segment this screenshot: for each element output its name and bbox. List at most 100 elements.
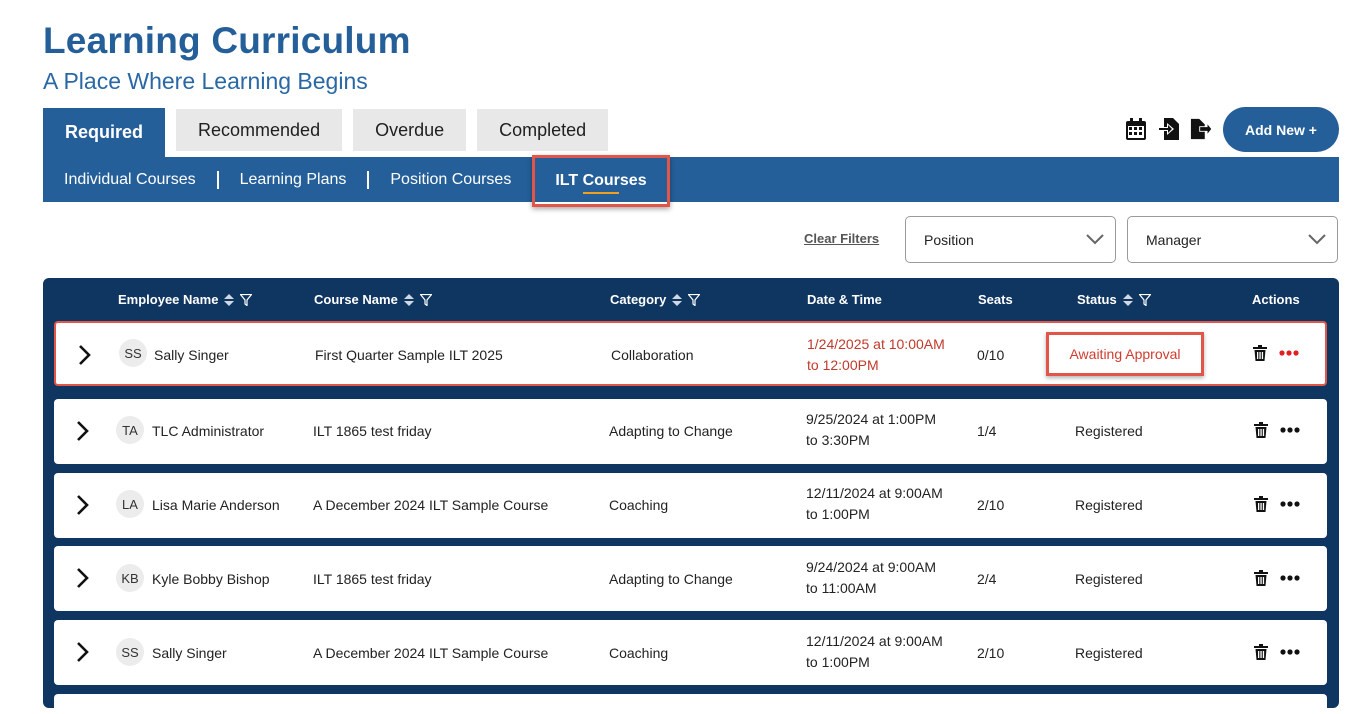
column-actions: Actions: [1252, 292, 1300, 307]
date-time: 12/11/2024 at 9:00AM to 1:00PM: [806, 631, 943, 673]
status-badge: Registered: [1075, 645, 1143, 661]
table-row[interactable]: SS Sally Singer First Quarter Sample ILT…: [54, 321, 1327, 386]
more-options-icon[interactable]: [1280, 649, 1300, 655]
row-actions: [1253, 345, 1299, 361]
column-label: Date & Time: [807, 292, 882, 307]
date-time: 1/24/2025 at 10:00AM to 12:00PM: [807, 334, 945, 376]
trash-icon[interactable]: [1254, 644, 1268, 660]
chevron-right-icon[interactable]: [74, 342, 96, 368]
add-new-button[interactable]: Add New +: [1223, 107, 1339, 152]
column-course: Course Name: [314, 292, 432, 307]
table-header: Employee Name Course Name Category Date …: [43, 278, 1339, 320]
subnav-label: Individual Courses: [64, 170, 196, 188]
avatar: LA: [116, 490, 144, 518]
more-options-icon[interactable]: [1280, 501, 1300, 507]
date-start: 9/25/2024 at 1:00PM: [806, 411, 936, 427]
date-end: to 11:00AM: [806, 580, 877, 596]
category: Coaching: [609, 497, 669, 513]
sort-icon[interactable]: [224, 293, 235, 306]
course-name: A December 2024 ILT Sample Course: [313, 645, 549, 661]
filter-icon[interactable]: [688, 293, 701, 306]
filter-icon[interactable]: [419, 293, 432, 306]
employee-name: Sally Singer: [152, 645, 227, 661]
category: Adapting to Change: [609, 423, 733, 439]
page-title: Learning Curriculum: [43, 20, 411, 61]
date-end: to 1:00PM: [806, 654, 870, 670]
table-row[interactable]: [54, 694, 1327, 714]
seats: 2/10: [977, 497, 1005, 513]
filter-icon[interactable]: [240, 293, 253, 306]
column-label: Category: [610, 292, 667, 307]
date-start: 9/24/2024 at 9:00AM: [806, 559, 936, 575]
table-row[interactable]: SS Sally Singer A December 2024 ILT Samp…: [54, 620, 1327, 685]
subnav-label: Position Courses: [390, 170, 512, 188]
subnav-individual-courses[interactable]: Individual Courses: [43, 157, 217, 202]
trash-icon[interactable]: [1254, 422, 1268, 438]
status-badge: Registered: [1075, 423, 1143, 439]
position-dropdown[interactable]: Position: [905, 216, 1116, 263]
import-icon[interactable]: [1157, 116, 1181, 142]
trash-icon[interactable]: [1254, 570, 1268, 586]
date-time: 12/11/2024 at 9:00AM to 1:00PM: [806, 483, 943, 525]
filter-icon[interactable]: [1138, 293, 1151, 306]
column-label: Seats: [978, 292, 1013, 307]
more-options-icon[interactable]: [1279, 350, 1299, 356]
chevron-right-icon[interactable]: [72, 492, 94, 518]
trash-icon[interactable]: [1253, 345, 1267, 361]
date-start: 1/24/2025 at 10:00AM: [807, 336, 945, 352]
date-start: 12/11/2024 at 9:00AM: [806, 485, 943, 501]
more-options-icon[interactable]: [1280, 575, 1300, 581]
date-end: to 1:00PM: [806, 506, 870, 522]
status-badge: Awaiting Approval: [1046, 332, 1204, 376]
employee-name: Kyle Bobby Bishop: [152, 571, 270, 587]
category: Adapting to Change: [609, 571, 733, 587]
column-employee: Employee Name: [118, 292, 253, 307]
subnav-position-courses[interactable]: Position Courses: [369, 157, 532, 202]
subnav-label: Learning Plans: [239, 170, 347, 188]
clear-filters-link[interactable]: Clear Filters: [804, 231, 879, 246]
position-dropdown-value: Position: [924, 231, 974, 248]
chevron-right-icon[interactable]: [72, 639, 94, 665]
table-row[interactable]: LA Lisa Marie Anderson A December 2024 I…: [54, 473, 1327, 538]
row-actions: [1254, 422, 1300, 438]
courses-table: Employee Name Course Name Category Date …: [43, 278, 1339, 714]
column-datetime: Date & Time: [807, 292, 882, 307]
column-category: Category: [610, 292, 701, 307]
sort-icon[interactable]: [672, 293, 683, 306]
tab-required[interactable]: Required: [43, 108, 166, 157]
course-name: First Quarter Sample ILT 2025: [315, 347, 503, 363]
date-time: 9/24/2024 at 9:00AM to 11:00AM: [806, 557, 936, 599]
course-name: A December 2024 ILT Sample Course: [313, 497, 549, 513]
export-icon[interactable]: [1190, 116, 1214, 142]
column-label: Course Name: [314, 292, 398, 307]
chevron-right-icon[interactable]: [72, 565, 94, 591]
tab-recommended[interactable]: Recommended: [176, 109, 343, 151]
more-options-icon[interactable]: [1280, 427, 1300, 433]
table-row[interactable]: KB Kyle Bobby Bishop ILT 1865 test frida…: [54, 546, 1327, 611]
page-subtitle: A Place Where Learning Begins: [43, 68, 368, 94]
sort-icon[interactable]: [1122, 293, 1133, 306]
column-label: Actions: [1252, 292, 1300, 307]
sort-icon[interactable]: [403, 293, 414, 306]
tab-completed[interactable]: Completed: [477, 109, 609, 151]
main-tabs: Required Recommended Overdue Completed: [43, 108, 619, 157]
seats: 2/4: [977, 571, 997, 587]
status-badge: Registered: [1075, 571, 1143, 587]
table-row[interactable]: TA TLC Administrator ILT 1865 test frida…: [54, 399, 1327, 464]
avatar: KB: [116, 564, 144, 592]
row-actions: [1254, 644, 1300, 660]
chevron-right-icon[interactable]: [72, 418, 94, 444]
seats: 0/10: [977, 347, 1005, 363]
trash-icon[interactable]: [1254, 496, 1268, 512]
employee-name: Lisa Marie Anderson: [152, 497, 280, 513]
active-underline: [582, 192, 619, 194]
avatar: SS: [119, 339, 147, 367]
subnav-learning-plans[interactable]: Learning Plans: [219, 157, 368, 202]
subnav-label: ILT Courses: [555, 172, 647, 189]
calendar-icon[interactable]: [1124, 116, 1148, 142]
subnav-ilt-courses[interactable]: ILT Courses: [532, 155, 670, 207]
tab-overdue[interactable]: Overdue: [353, 109, 467, 151]
chevron-down-icon: [1307, 232, 1327, 248]
manager-dropdown[interactable]: Manager: [1127, 216, 1338, 263]
date-time: 9/25/2024 at 1:00PM to 3:30PM: [806, 409, 936, 451]
